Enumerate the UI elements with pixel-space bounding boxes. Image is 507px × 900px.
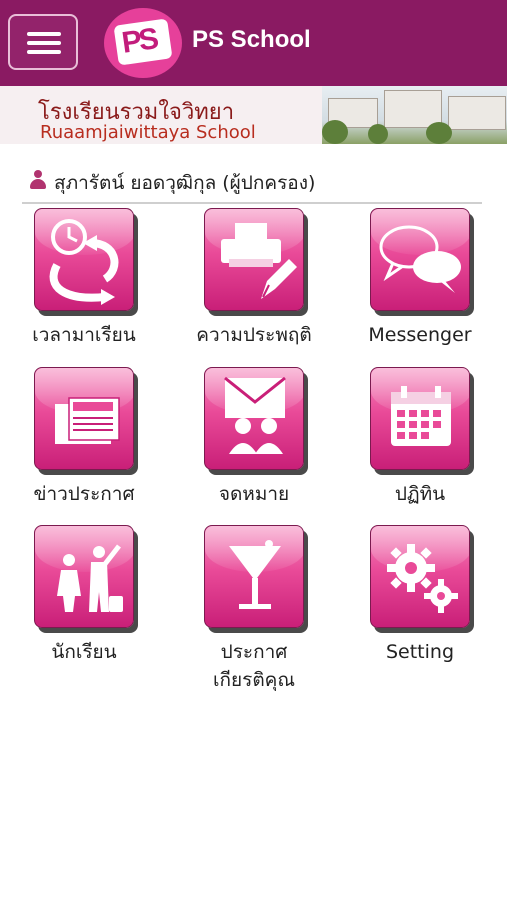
menu-label: จดหมาย bbox=[218, 483, 290, 505]
app-header: PS PS School bbox=[0, 0, 507, 86]
menu-label-line2: เกียรติคุณ bbox=[212, 669, 295, 691]
clock-arrow-icon bbox=[34, 208, 134, 311]
menu-label: Setting bbox=[385, 641, 455, 663]
menu-tile-mail[interactable]: จดหมาย bbox=[184, 367, 324, 527]
parent-child-icon bbox=[34, 525, 134, 628]
envelope-people-icon bbox=[204, 367, 304, 470]
newspaper-icon bbox=[34, 367, 134, 470]
menu-tile-attendance[interactable]: เวลามาเรียน bbox=[14, 208, 154, 368]
hamburger-line bbox=[27, 41, 61, 45]
tree-shape bbox=[322, 120, 348, 144]
building-shape bbox=[448, 96, 506, 130]
menu-tile-calendar[interactable]: ปฏิทิน bbox=[350, 367, 490, 527]
logo-text: PS bbox=[119, 22, 158, 60]
menu-tile-messenger[interactable]: Messenger bbox=[350, 208, 490, 368]
app-title: PS School bbox=[192, 26, 311, 53]
tree-shape bbox=[368, 124, 388, 144]
menu-tile-honors[interactable]: ประกาศ เกียรติคุณ bbox=[184, 525, 324, 691]
menu-tile-setting[interactable]: Setting bbox=[350, 525, 490, 685]
menu-tile-students[interactable]: นักเรียน bbox=[14, 525, 154, 685]
menu-label: ข่าวประกาศ bbox=[33, 483, 135, 505]
school-banner: โรงเรียนรวมใจวิทยา Ruaamjaiwittaya Schoo… bbox=[0, 86, 507, 144]
menu-tile-behavior[interactable]: ความประพฤติ bbox=[184, 208, 324, 368]
chat-bubbles-icon bbox=[370, 208, 470, 311]
menu-label: Messenger bbox=[368, 324, 472, 346]
user-name: สุภารัตน์ ยอดวุฒิกุล (ผู้ปกครอง) bbox=[54, 172, 316, 194]
menu-label: นักเรียน bbox=[51, 641, 117, 663]
trophy-cup-icon bbox=[204, 525, 304, 628]
current-user: สุภารัตน์ ยอดวุฒิกุล (ผู้ปกครอง) bbox=[30, 168, 490, 196]
user-icon bbox=[30, 170, 46, 190]
tree-shape bbox=[426, 122, 452, 144]
menu-label: ความประพฤติ bbox=[196, 324, 312, 346]
app-logo: PS bbox=[104, 8, 182, 78]
school-building-photo bbox=[322, 86, 507, 144]
divider bbox=[22, 202, 482, 204]
calendar-icon bbox=[370, 367, 470, 470]
printer-pen-icon bbox=[204, 208, 304, 311]
school-name-english: Ruaamjaiwittaya School bbox=[40, 122, 256, 143]
menu-label: เวลามาเรียน bbox=[32, 324, 136, 346]
gears-icon bbox=[370, 525, 470, 628]
hamburger-menu-button[interactable] bbox=[8, 14, 78, 70]
menu-tile-news[interactable]: ข่าวประกาศ bbox=[14, 367, 154, 527]
menu-label-line1: ประกาศ bbox=[220, 641, 288, 663]
hamburger-line bbox=[27, 50, 61, 54]
hamburger-line bbox=[27, 32, 61, 36]
logo-mark: PS bbox=[113, 18, 173, 66]
menu-label: ปฏิทิน bbox=[394, 483, 446, 505]
